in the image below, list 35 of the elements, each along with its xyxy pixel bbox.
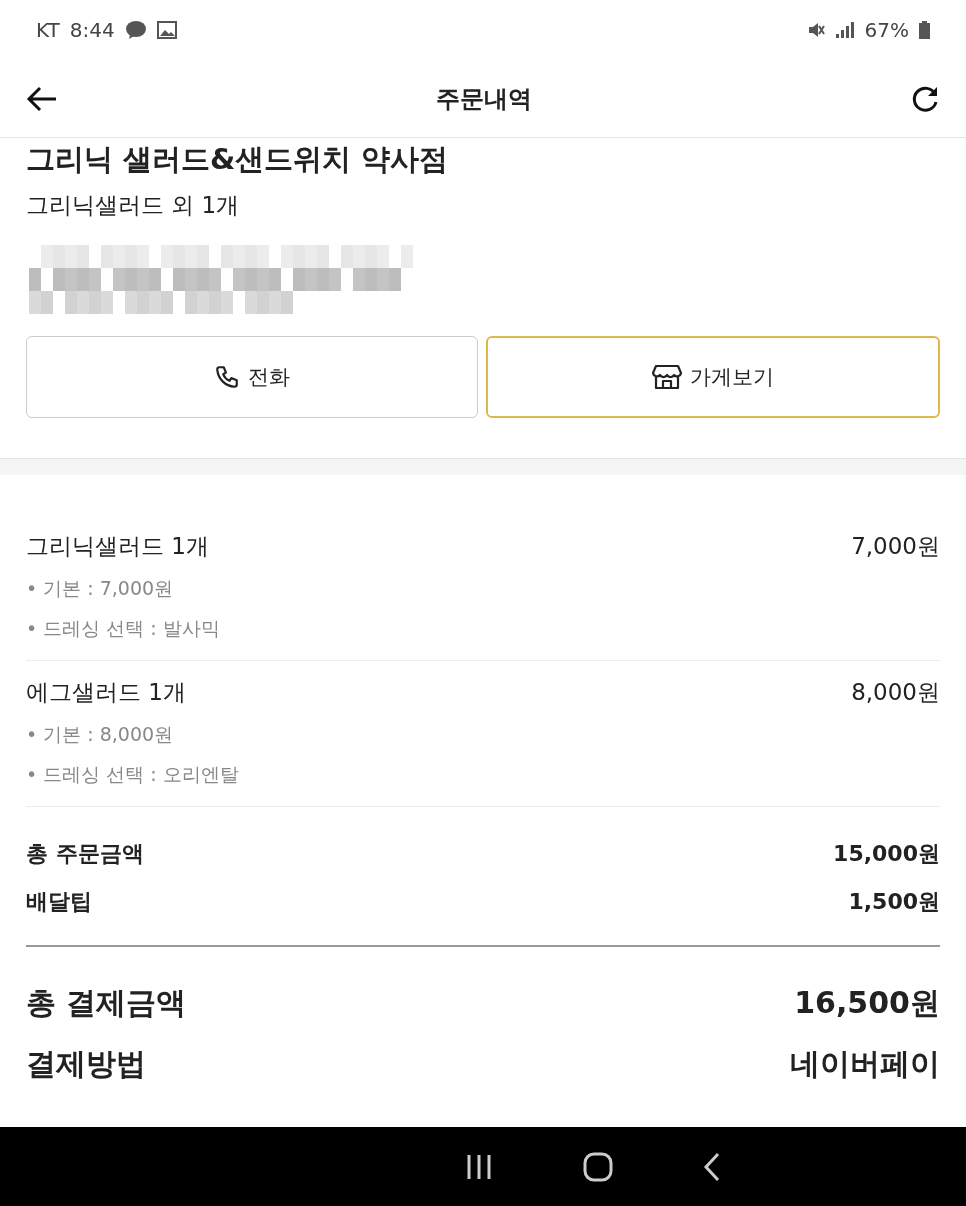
subtotal-label: 배달팁 (26, 888, 92, 916)
home-icon[interactable] (583, 1151, 613, 1182)
total-value: 16,500원 (794, 984, 940, 1022)
page-title: 주문내역 (435, 83, 533, 115)
recent-apps-icon[interactable] (465, 1153, 493, 1180)
battery-icon (919, 21, 930, 39)
item-name: 그리닉샐러드 1개 (26, 532, 209, 561)
phone-icon (214, 364, 240, 390)
carrier-label: KT (36, 18, 60, 42)
back-icon[interactable] (703, 1151, 721, 1182)
item-name: 에그샐러드 1개 (26, 678, 186, 707)
item-price: 7,000원 (851, 532, 940, 561)
back-arrow-icon[interactable] (26, 84, 58, 113)
store-button[interactable]: 가게보기 (486, 336, 940, 418)
store-name: 그리닉 샐러드&샌드위치 약사점 (26, 141, 449, 178)
item-option: • 기본 : 7,000원 (26, 576, 174, 602)
subtotal-label: 총 주문금액 (26, 840, 144, 868)
signal-icon (834, 21, 855, 39)
chat-icon (124, 20, 147, 40)
order-summary: 그리닉샐러드 외 1개 (26, 191, 240, 220)
item-option: • 기본 : 8,000원 (26, 722, 174, 748)
item-price: 8,000원 (851, 678, 940, 707)
call-button[interactable]: 전화 (26, 336, 478, 418)
battery-percent: 67% (864, 18, 909, 42)
status-time: 8:44 (69, 18, 115, 42)
total-value: 네이버페이 (790, 1045, 940, 1083)
subtotal-value: 15,000원 (833, 840, 940, 868)
subtotal-value: 1,500원 (848, 888, 940, 916)
total-label: 총 결제금액 (26, 984, 187, 1022)
mute-icon (806, 21, 825, 39)
item-option: • 드레싱 선택 : 발사믹 (26, 616, 220, 642)
store-icon (652, 364, 682, 390)
item-option: • 드레싱 선택 : 오리엔탈 (26, 762, 239, 788)
image-icon (156, 21, 177, 39)
total-label: 결제방법 (26, 1045, 146, 1083)
